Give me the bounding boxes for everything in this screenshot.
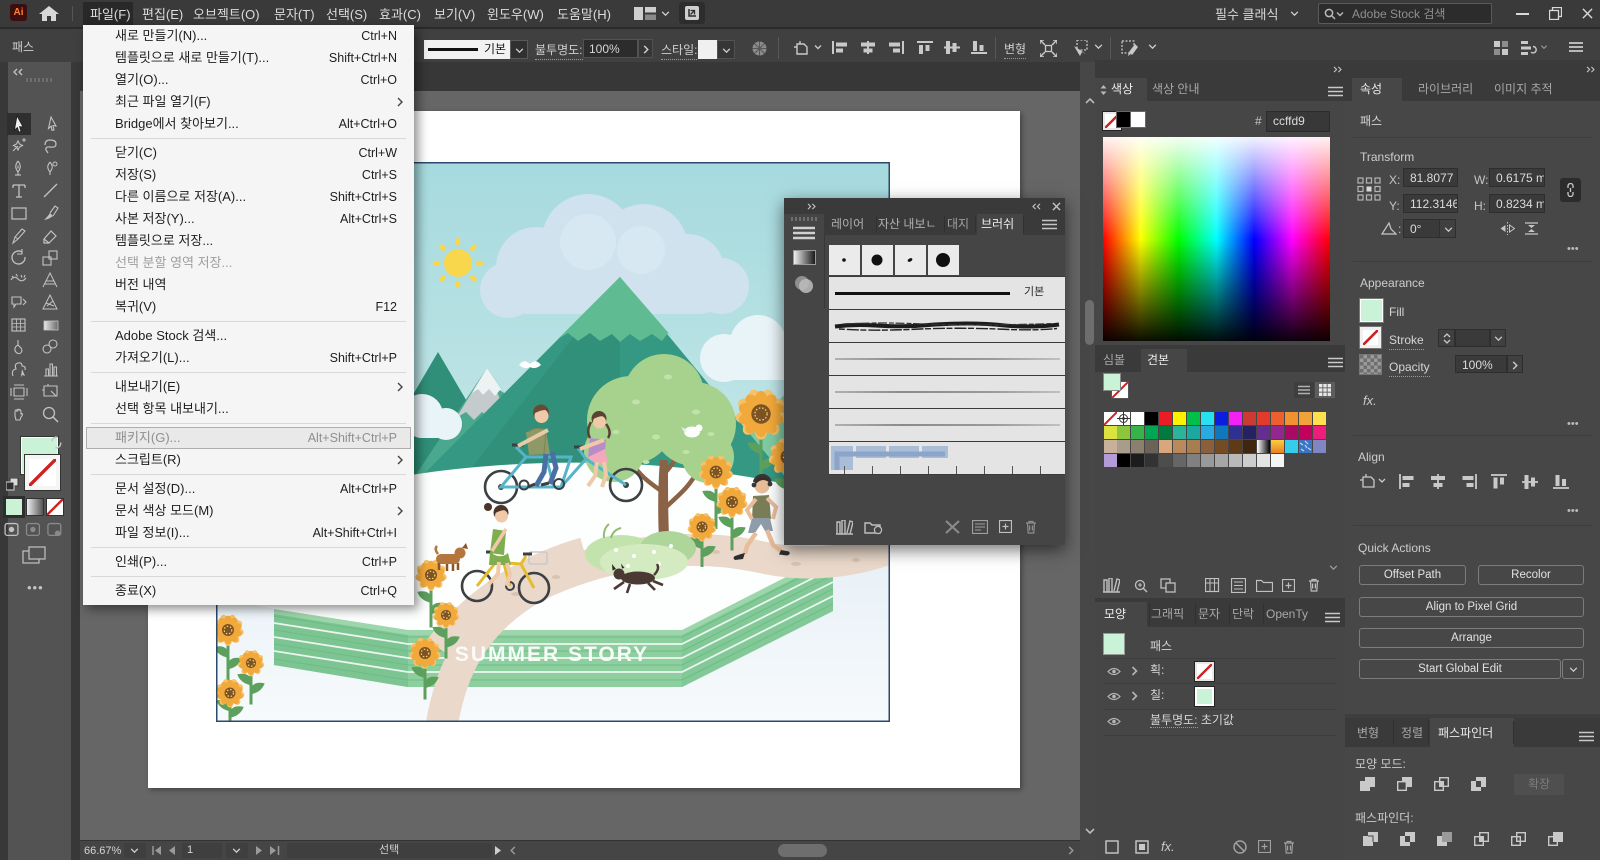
- svg-text:SUMMER STORY: SUMMER STORY: [455, 643, 649, 666]
